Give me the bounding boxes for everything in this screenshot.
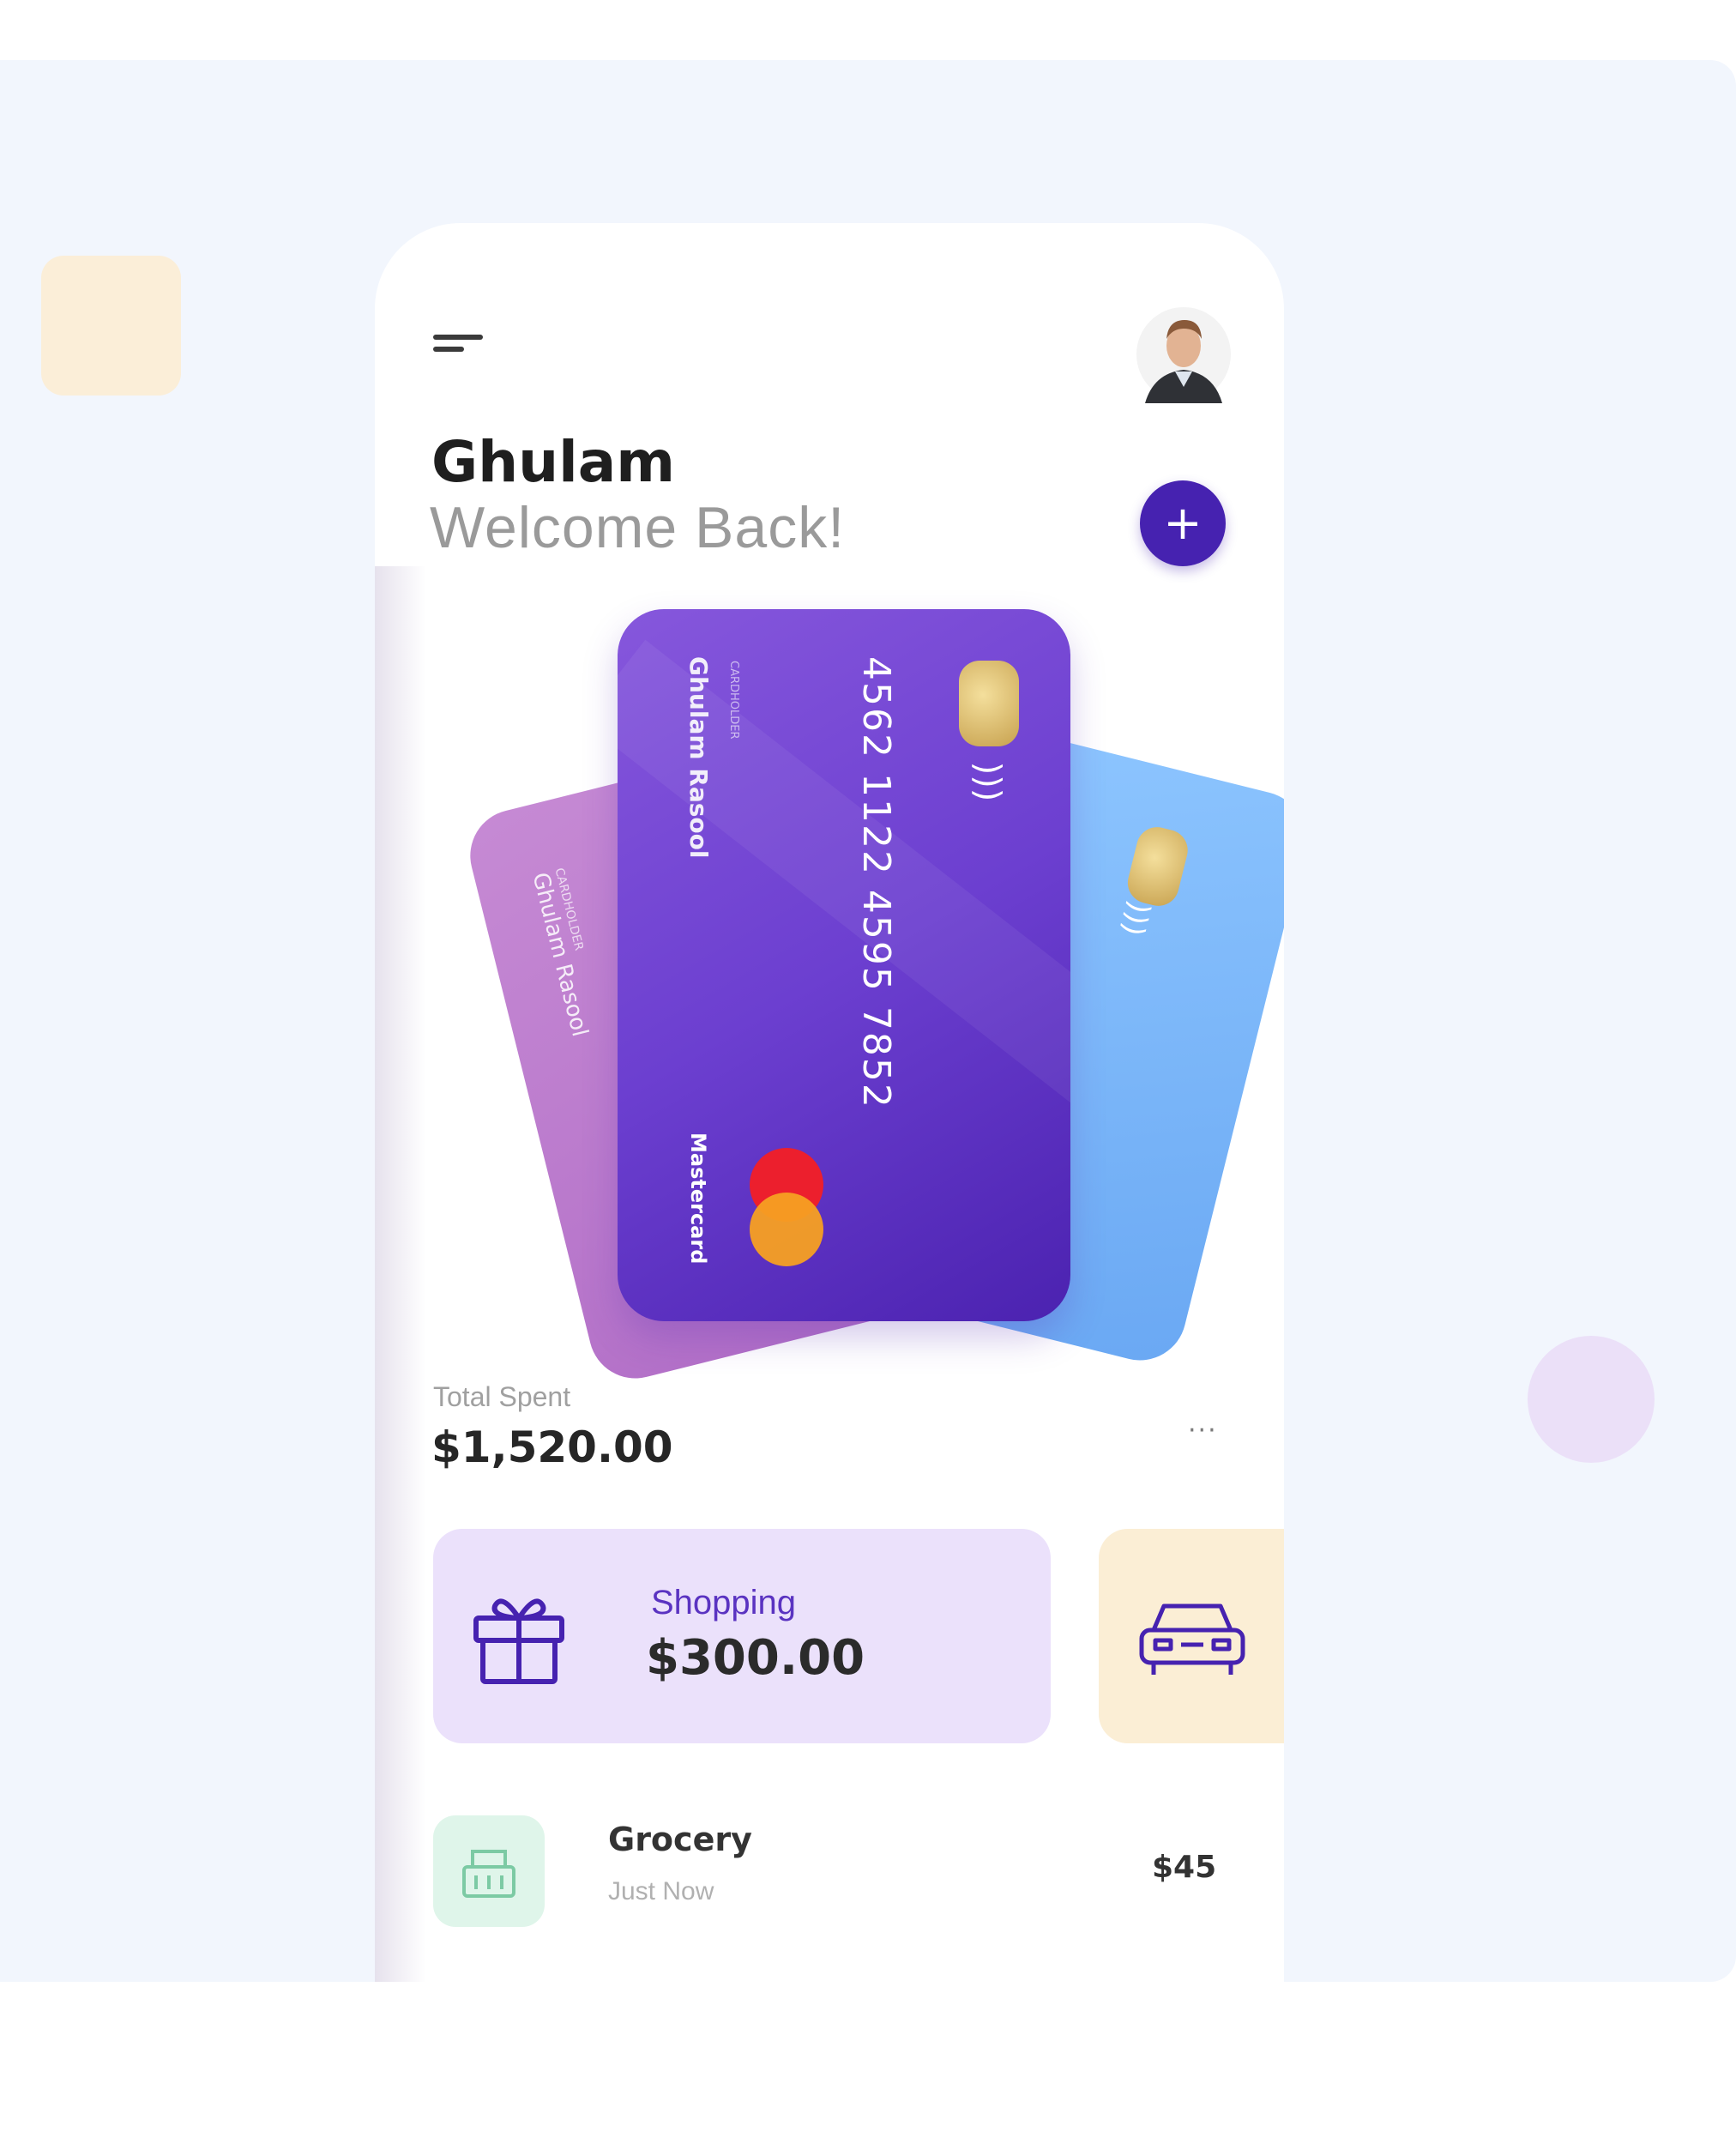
decorative-square: [41, 256, 181, 396]
chip-icon: [1123, 823, 1192, 910]
phone-screen: Ghulam Welcome Back! + CARDHOLDER Ghulam…: [375, 223, 1284, 1982]
menu-icon[interactable]: [433, 335, 485, 369]
more-options-icon[interactable]: ···: [1188, 1416, 1218, 1446]
user-name: Ghulam: [431, 429, 676, 495]
category-amount: $300.00: [646, 1630, 865, 1686]
card-holder-name: Ghulam Rasool: [684, 656, 713, 859]
gift-icon: [473, 1598, 564, 1684]
contactless-icon: ))): [1115, 897, 1157, 939]
add-card-button[interactable]: +: [1140, 480, 1226, 566]
avatar[interactable]: [1136, 305, 1231, 403]
mastercard-logo-icon-overlap: [750, 1193, 823, 1266]
category-card-car[interactable]: [1099, 1529, 1284, 1743]
total-spent-amount: $1,520.00: [431, 1422, 673, 1472]
card-brand: Mastercard: [686, 1132, 710, 1265]
category-card-shopping[interactable]: Shopping $300.00: [433, 1529, 1051, 1743]
total-spent-label: Total Spent: [433, 1381, 571, 1412]
contactless-icon: ))): [967, 761, 1008, 802]
car-icon: [1139, 1603, 1245, 1675]
welcome-text: Welcome Back!: [430, 495, 846, 560]
grocery-basket-icon: [462, 1850, 515, 1898]
card-holder-label: CARDHOLDER: [727, 661, 740, 740]
transaction-amount: $45: [1152, 1850, 1217, 1885]
card-stack[interactable]: CARDHOLDER Ghulam Rasool ))) 4562 1122 4…: [375, 601, 1284, 1388]
chip-icon: [959, 661, 1019, 746]
transaction-name: Grocery: [608, 1821, 752, 1858]
card-main[interactable]: 4562 1122 4595 7852 CARDHOLDER Ghulam Ra…: [618, 609, 1070, 1321]
transaction-time: Just Now: [608, 1877, 714, 1905]
category-label: Shopping: [651, 1584, 797, 1622]
card-number: 4562 1122 4595 7852: [854, 656, 898, 1109]
grocery-icon-box: [433, 1815, 545, 1927]
decorative-circle: [1528, 1336, 1655, 1463]
